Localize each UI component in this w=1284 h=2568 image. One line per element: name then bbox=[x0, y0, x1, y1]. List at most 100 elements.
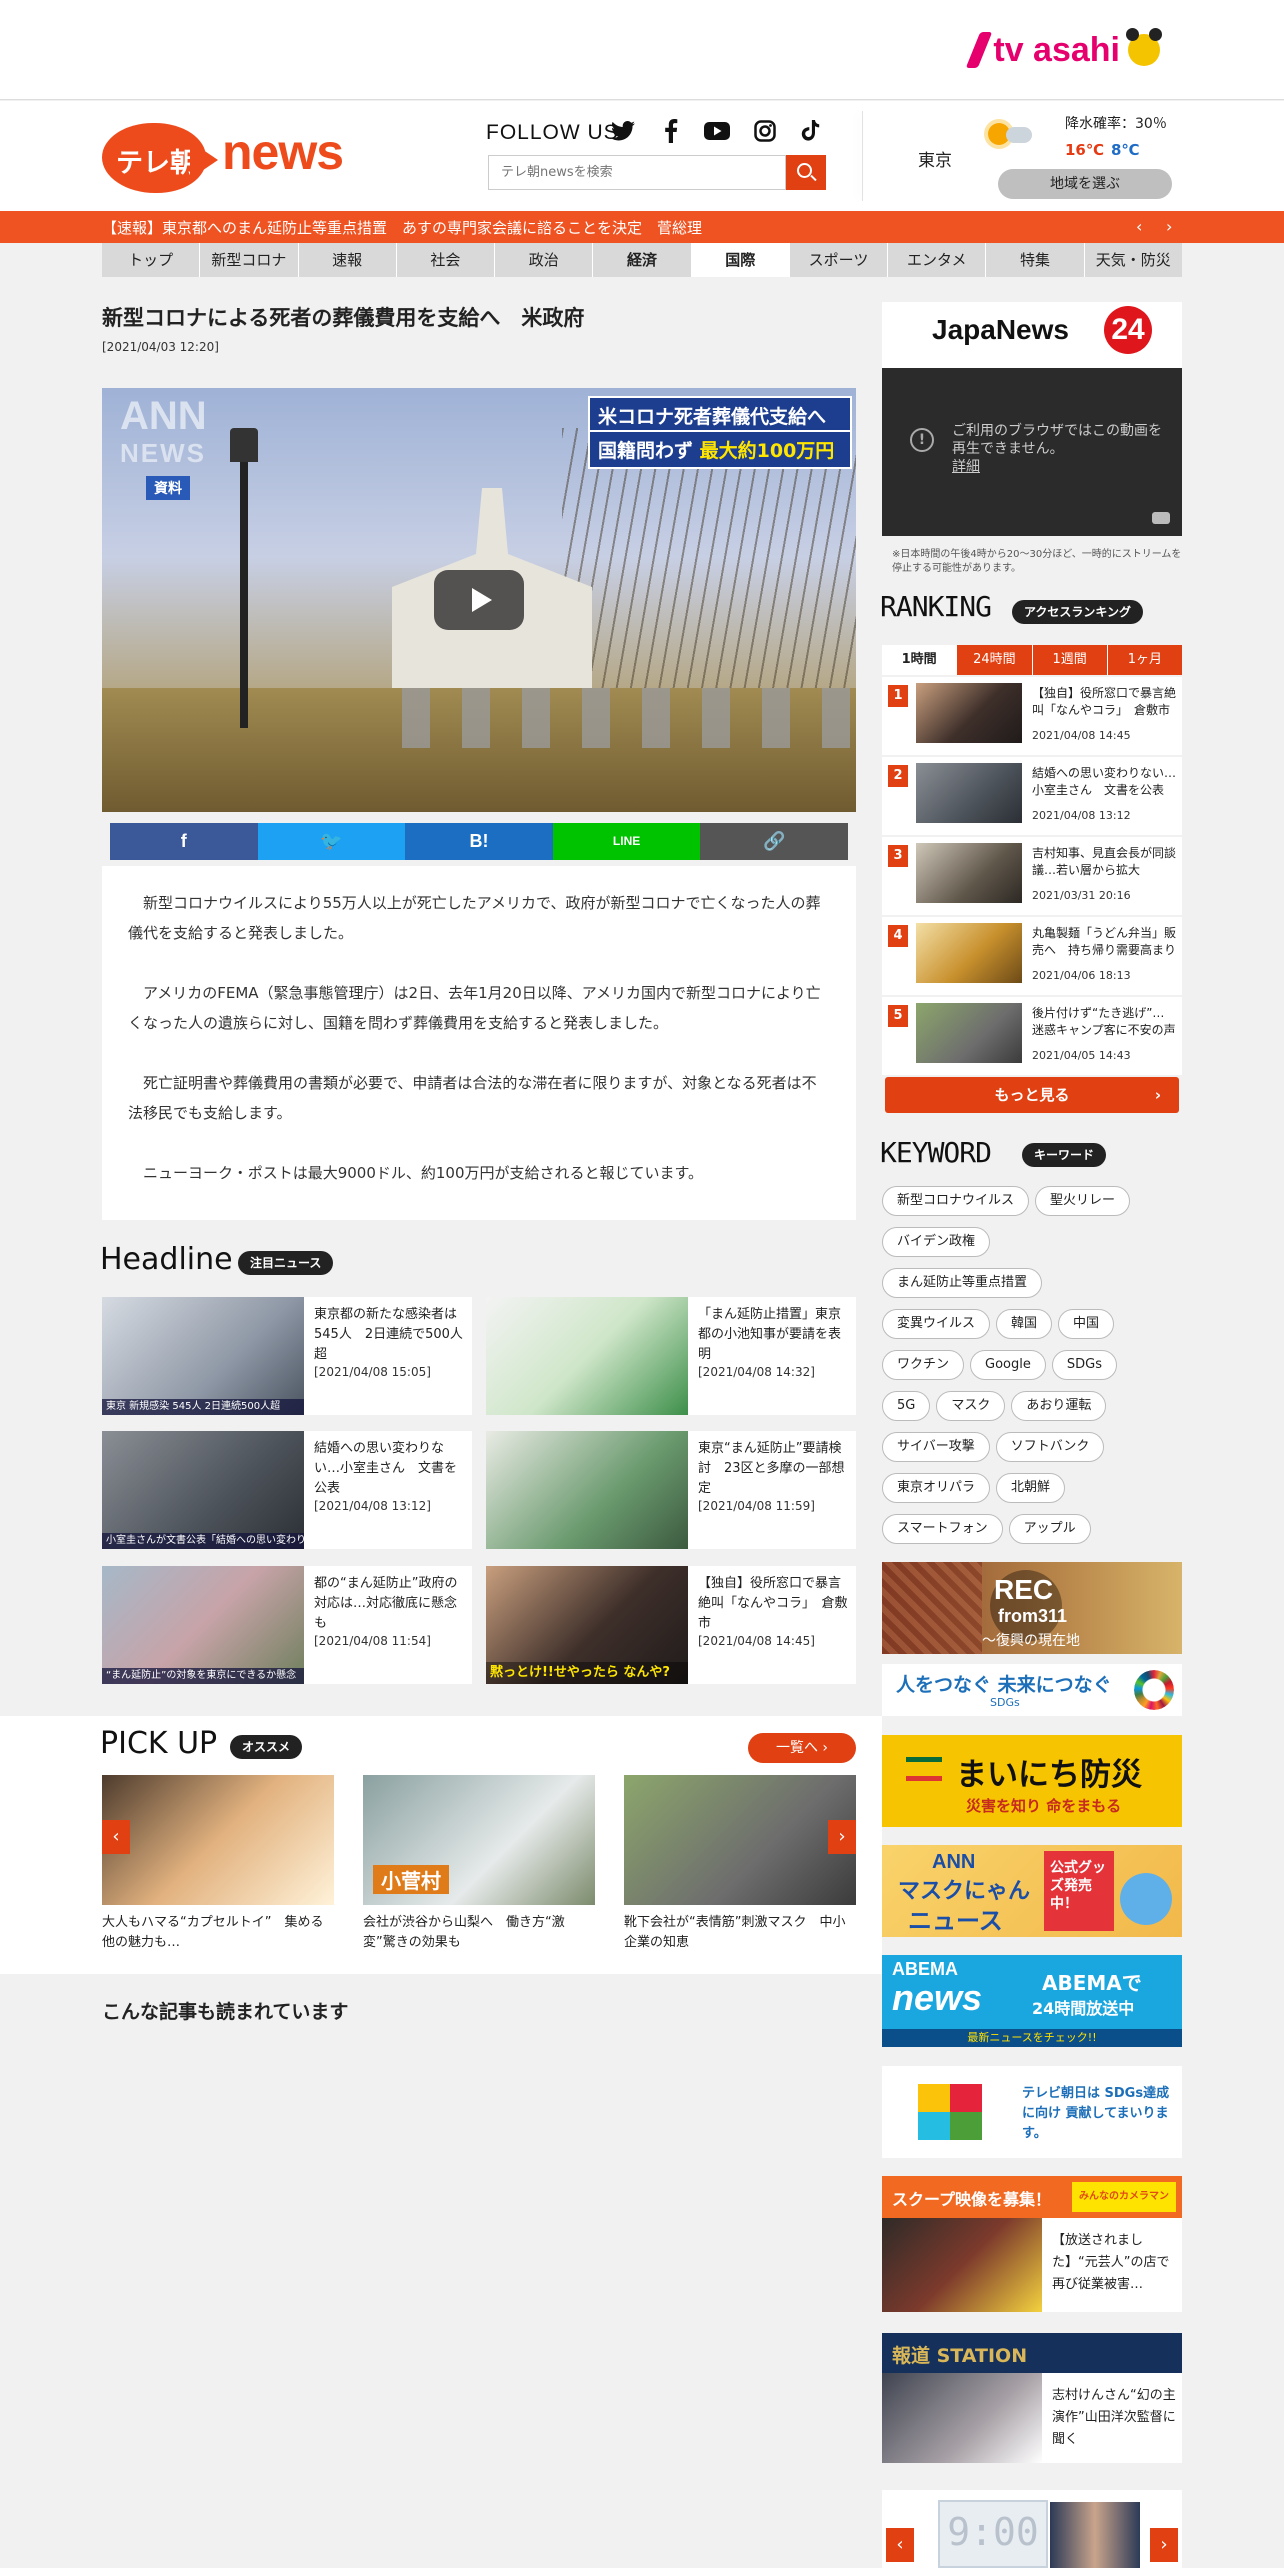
keyword-tag[interactable]: 聖火リレー bbox=[1035, 1186, 1131, 1216]
nav-international[interactable]: 国際 bbox=[691, 243, 790, 277]
tiktok-icon[interactable] bbox=[798, 118, 824, 144]
ranking-item[interactable]: 1 【独自】役所窓口で暴言絶叫「なんやコラ」 倉敷市 2021/04/08 14… bbox=[882, 677, 1182, 755]
copy-link-button[interactable]: 🔗 bbox=[700, 823, 848, 860]
keyword-tag[interactable]: 変異ウイルス bbox=[882, 1309, 991, 1339]
select-region-button[interactable]: 地域を選ぶ bbox=[998, 169, 1172, 199]
keyword-tag[interactable]: 新型コロナウイルス bbox=[882, 1186, 1030, 1216]
headline-card[interactable]: 東京 新規感染 545人 2日連続500人超 東京都の新たな感染者は545人 2… bbox=[102, 1297, 472, 1415]
keyword-tag[interactable]: ソフトバンク bbox=[995, 1432, 1105, 1462]
article-video-player[interactable]: ANN NEWS 資料 米コロナ死者葬儀代支給へ 国籍問わず 最大約100万円 bbox=[102, 388, 856, 812]
keyword-tag[interactable]: スマートフォン bbox=[882, 1514, 1003, 1544]
tv-asahi-logo[interactable]: tv asahi bbox=[966, 28, 1162, 72]
headline-card[interactable]: 黙っとけ!!せやったら なんや? 【独自】役所窓口で暴言絶叫「なんやコラ」 倉敷… bbox=[486, 1566, 856, 1684]
nav-entertainment[interactable]: エンタメ bbox=[888, 243, 987, 277]
pickup-next-icon[interactable]: › bbox=[828, 1820, 856, 1854]
tvasahi-sdgs-banner[interactable]: テレビ朝日は SDGs達成に向け 貢献してまいります。 bbox=[882, 2066, 1182, 2158]
japanews-player[interactable]: ! ご利用のブラウザではこの動画を再生できません。 詳細 bbox=[882, 368, 1182, 536]
pickup-card[interactable]: 靴下会社が“表情筋”刺激マスク 中小企業の知恵 bbox=[624, 1775, 856, 1953]
player-details-link[interactable]: 詳細 bbox=[952, 459, 980, 475]
abema-news-banner[interactable]: ABEMA news ABEMAで 24時間放送中 最新ニュースをチェック!! bbox=[882, 1955, 1182, 2047]
keyword-list: 新型コロナウイルス 聖火リレー バイデン政権 まん延防止等重点措置 変異ウイルス韓… bbox=[882, 1186, 1182, 1555]
rec-from-311-banner[interactable]: REC from311 ～復興の現在地 bbox=[882, 1562, 1182, 1654]
nav-features[interactable]: 特集 bbox=[986, 243, 1085, 277]
nav-politics[interactable]: 政治 bbox=[495, 243, 594, 277]
program-carousel[interactable]: 9:00 ‹ › bbox=[882, 2490, 1182, 2568]
scoop-video-banner[interactable]: スクープ映像を募集！ みんなのカメラマン 【放送されました】“元芸人”の店で再び… bbox=[882, 2176, 1182, 2312]
keyword-tag[interactable]: サイバー攻撃 bbox=[882, 1432, 990, 1462]
youtube-icon[interactable] bbox=[1152, 512, 1170, 524]
presenter-image bbox=[1050, 2502, 1140, 2568]
ranking-item[interactable]: 4 丸亀製麺「うどん弁当」販売へ 持ち帰り需要高まり 2021/04/06 18… bbox=[882, 917, 1182, 995]
nav-economy[interactable]: 経済 bbox=[593, 243, 692, 277]
keyword-tag[interactable]: Google bbox=[970, 1350, 1046, 1380]
keyword-tag[interactable]: アップル bbox=[1008, 1514, 1091, 1544]
headline-card[interactable]: 東京“まん延防止”要請検討 23区と多摩の一部想定 [2021/04/08 11… bbox=[486, 1431, 856, 1549]
headline-card[interactable]: 小室圭さんが文書公表「結婚への思い変わりない」 結婚への思い変わりない…小室圭さ… bbox=[102, 1431, 472, 1549]
keyword-tag[interactable]: 東京オリパラ bbox=[882, 1473, 991, 1503]
search-button[interactable] bbox=[786, 155, 826, 190]
headline-title: 東京“まん延防止”要請検討 23区と多摩の一部想定 bbox=[698, 1441, 845, 1496]
headline-date: [2021/04/08 14:45] bbox=[698, 1634, 815, 1648]
carousel-prev-icon[interactable]: ‹ bbox=[886, 2528, 914, 2562]
nav-breaking[interactable]: 速報 bbox=[299, 243, 397, 277]
facebook-icon[interactable] bbox=[658, 118, 684, 144]
keyword-tag[interactable]: 北朝鮮 bbox=[996, 1473, 1066, 1503]
share-bar: f 🐦 B! LINE 🔗 bbox=[110, 823, 848, 860]
keyword-tag[interactable]: まん延防止等重点措置 bbox=[882, 1268, 1043, 1298]
ranking-tab-1w[interactable]: 1週間 bbox=[1033, 645, 1108, 675]
ranking-more-button[interactable]: もっと見る › bbox=[885, 1077, 1179, 1113]
ranking-tab-24h[interactable]: 24時間 bbox=[957, 645, 1033, 675]
carousel-next-icon[interactable]: › bbox=[1150, 2528, 1178, 2562]
pickup-card[interactable]: 小菅村 会社が渋谷から山梨へ 働き方“激変”驚きの効果も bbox=[363, 1775, 595, 1953]
ranking-item[interactable]: 3 吉村知事、見直会長が同談議…若い層から拡大 2021/03/31 20:16 bbox=[882, 837, 1182, 915]
instagram-icon[interactable] bbox=[752, 118, 778, 144]
pickup-card[interactable]: 大人もハマる“カプセルトイ” 集める他の魅力も… bbox=[102, 1775, 334, 1953]
pickup-thumbnail: 小菅村 bbox=[363, 1775, 595, 1905]
share-twitter-button[interactable]: 🐦 bbox=[257, 823, 406, 860]
keyword-tag[interactable]: 5G bbox=[882, 1391, 931, 1421]
logo-left-text: テレ朝 bbox=[116, 148, 197, 179]
keyword-tag[interactable]: ワクチン bbox=[882, 1350, 965, 1380]
keyword-tag[interactable]: バイデン政権 bbox=[882, 1227, 991, 1257]
youtube-icon[interactable] bbox=[704, 118, 730, 144]
keyword-tag[interactable]: SDGs bbox=[1051, 1350, 1117, 1380]
ranking-title: 【独自】役所窓口で暴言絶叫「なんやコラ」 倉敷市 bbox=[1032, 686, 1177, 717]
ticker-next-icon[interactable]: › bbox=[1166, 217, 1172, 236]
pickup-section-tag: オススメ bbox=[230, 1735, 303, 1759]
nav-top[interactable]: トップ bbox=[102, 243, 201, 277]
ranking-title: 結婚への思い変わりない…小室圭さん 文書を公表 bbox=[1032, 766, 1177, 797]
keyword-tag[interactable]: マスク bbox=[936, 1391, 1006, 1421]
ranking-tab-1h[interactable]: 1時間 bbox=[882, 645, 958, 675]
nav-society[interactable]: 社会 bbox=[397, 243, 496, 277]
ann-watermark-sub: NEWS bbox=[120, 438, 206, 468]
share-line-button[interactable]: LINE bbox=[552, 823, 701, 860]
headline-card[interactable]: “まん延防止”の対象を東京にできるか懸念 都の“まん延防止”政府の対応は…対応徹… bbox=[102, 1566, 472, 1684]
keyword-tag[interactable]: 中国 bbox=[1058, 1309, 1115, 1339]
keyword-tag[interactable]: あおり運転 bbox=[1011, 1391, 1107, 1421]
ranking-item[interactable]: 2 結婚への思い変わりない…小室圭さん 文書を公表 2021/04/08 13:… bbox=[882, 757, 1182, 835]
japanews-note: ※日本時間の午後4時から20～30分ほど、一時的にストリームを停止する可能性があ… bbox=[892, 549, 1182, 574]
sdgs-banner[interactable]: 人をつなぐ 未来につなぐ SDGs bbox=[882, 1664, 1182, 1716]
ranking-tab-1m[interactable]: 1ヶ月 bbox=[1108, 645, 1182, 675]
search-input[interactable] bbox=[488, 155, 786, 190]
tvasahi-news-logo[interactable]: テレ朝 news bbox=[102, 119, 344, 195]
play-icon[interactable] bbox=[434, 570, 524, 630]
nav-covid[interactable]: 新型コロナ bbox=[200, 243, 299, 277]
pickup-list-button[interactable]: 一覧へ › bbox=[748, 1733, 856, 1763]
ticker-prev-icon[interactable]: ‹ bbox=[1136, 217, 1142, 236]
mainichi-bousai-banner[interactable]: まいにち防災 災害を知り 命をまもる bbox=[882, 1735, 1182, 1827]
nav-sports[interactable]: スポーツ bbox=[790, 243, 889, 277]
nav-weather[interactable]: 天気・防災 bbox=[1085, 243, 1182, 277]
keyword-tag[interactable]: 韓国 bbox=[996, 1309, 1053, 1339]
article-body: 新型コロナウイルスにより55万人以上が死亡したアメリカで、政府が新型コロナで亡く… bbox=[102, 866, 856, 1220]
headline-card[interactable]: 「まん延防止措置」東京都の小池知事が要請を表明 [2021/04/08 14:3… bbox=[486, 1297, 856, 1415]
share-hatena-button[interactable]: B! bbox=[405, 823, 553, 860]
twitter-icon[interactable] bbox=[610, 118, 636, 144]
arrow-right-icon: › bbox=[1154, 1086, 1161, 1104]
hodo-station-banner[interactable]: 報道 STATION 志村けんさん“幻の主演作”山田洋次監督に聞く bbox=[882, 2333, 1182, 2463]
ticker-headline[interactable]: 【速報】東京都へのまん延防止等重点措置 あすの専門家会議に諮ることを決定 菅総理 bbox=[102, 217, 702, 238]
mask-nyan-news-banner[interactable]: ANN マスクにゃん ニュース 公式グッズ発売中！ bbox=[882, 1845, 1182, 1937]
ranking-item[interactable]: 5 後片付けず“たき逃げ”…迷惑キャンプ客に不安の声 2021/04/05 14… bbox=[882, 997, 1182, 1075]
pickup-prev-icon[interactable]: ‹ bbox=[102, 1820, 130, 1854]
share-facebook-button[interactable]: f bbox=[110, 823, 258, 860]
